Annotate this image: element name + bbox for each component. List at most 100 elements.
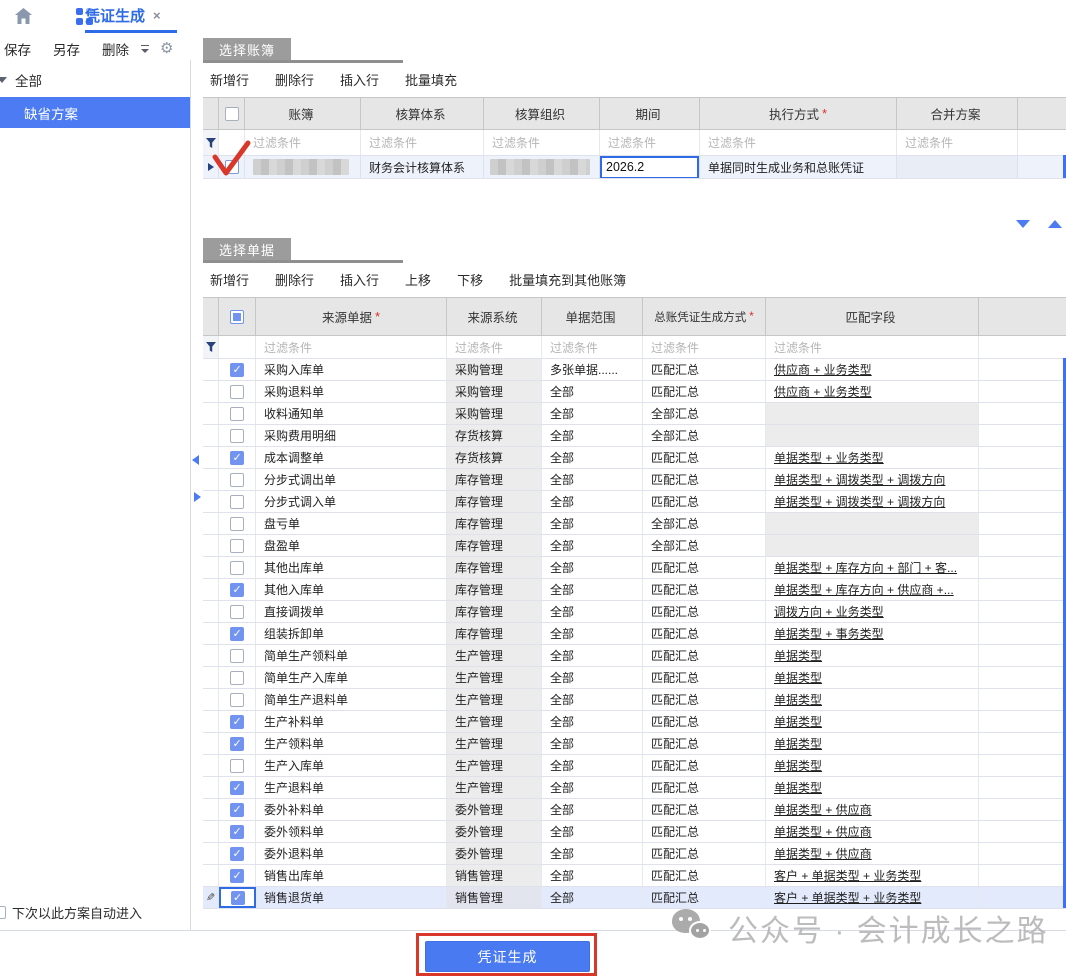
doc-cell-gl-mode[interactable]: 匹配汇总 (643, 557, 766, 578)
books-filter-merge-plan[interactable]: 过滤条件 (897, 130, 1018, 155)
docs-delete-row-button[interactable]: 删除行 (275, 270, 314, 289)
doc-cell-doc-scope[interactable]: 全部 (542, 425, 643, 446)
doc-cell-doc-scope[interactable]: 全部 (542, 491, 643, 512)
doc-cell-gl-mode[interactable]: 匹配汇总 (643, 381, 766, 402)
doc-cell-gl-mode[interactable]: 匹配汇总 (643, 359, 766, 380)
doc-cell-match-fields[interactable]: 客户 + 单据类型 + 业务类型 (766, 865, 979, 886)
doc-cell-match-fields[interactable]: 单据类型 (766, 711, 979, 732)
doc-cell-match-fields[interactable]: 单据类型 (766, 667, 979, 688)
sidebar-item-default-plan[interactable]: 缺省方案 (0, 97, 190, 128)
doc-cell-source-system[interactable]: 采购管理 (447, 403, 542, 424)
doc-cell-match-fields[interactable]: 单据类型 + 业务类型 (766, 447, 979, 468)
doc-cell-source-doc[interactable]: 生产入库单 (256, 755, 447, 776)
doc-cell-source-doc[interactable]: 采购入库单 (256, 359, 447, 380)
doc-cell-doc-scope[interactable]: 全部 (542, 623, 643, 644)
doc-cell-match-fields[interactable]: 单据类型 (766, 645, 979, 666)
doc-cell-source-system[interactable]: 委外管理 (447, 799, 542, 820)
doc-cell-doc-scope[interactable]: 多张单据...... (542, 359, 643, 380)
tree-node-all[interactable]: 全部 (0, 68, 190, 92)
doc-cell-source-system[interactable]: 库存管理 (447, 557, 542, 578)
doc-cell-gl-mode[interactable]: 匹配汇总 (643, 689, 766, 710)
docs-col-source-system[interactable]: 来源系统 (447, 298, 542, 335)
generate-voucher-button[interactable]: 凭证生成 (425, 941, 590, 972)
doc-cell-source-doc[interactable]: 销售退货单 (256, 887, 447, 908)
filter-funnel-icon[interactable] (206, 342, 216, 352)
doc-cell-source-system[interactable]: 库存管理 (447, 535, 542, 556)
doc-cell-gl-mode[interactable]: 匹配汇总 (643, 623, 766, 644)
doc-cell-source-doc[interactable]: 简单生产入库单 (256, 667, 447, 688)
doc-cell-gl-mode[interactable]: 匹配汇总 (643, 579, 766, 600)
doc-cell-match-fields[interactable] (766, 425, 979, 446)
doc-cell-match-fields[interactable]: 单据类型 + 事务类型 (766, 623, 979, 644)
doc-row-checkbox[interactable] (230, 583, 244, 597)
doc-cell-doc-scope[interactable]: 全部 (542, 799, 643, 820)
books-cell-ledger[interactable] (245, 156, 361, 178)
doc-cell-gl-mode[interactable]: 匹配汇总 (643, 777, 766, 798)
doc-cell-source-system[interactable]: 采购管理 (447, 381, 542, 402)
books-cell-merge-plan[interactable] (897, 156, 1018, 178)
doc-cell-doc-scope[interactable]: 全部 (542, 711, 643, 732)
filter-funnel-icon[interactable] (206, 138, 216, 148)
doc-cell-doc-scope[interactable]: 全部 (542, 667, 643, 688)
collapse-section-down-icon[interactable] (1016, 220, 1030, 228)
docs-col-match-fields[interactable]: 匹配字段 (766, 298, 979, 335)
doc-row-checkbox[interactable] (230, 759, 244, 773)
save-as-button[interactable]: 另存 (53, 39, 80, 59)
doc-cell-gl-mode[interactable]: 匹配汇总 (643, 799, 766, 820)
splitter-expand-right-icon[interactable] (194, 492, 201, 502)
doc-cell-source-doc[interactable]: 委外退料单 (256, 843, 447, 864)
doc-cell-source-system[interactable]: 库存管理 (447, 601, 542, 622)
docs-add-row-button[interactable]: 新增行 (210, 270, 249, 289)
doc-row-checkbox[interactable] (230, 517, 244, 531)
auto-enter-checkbox[interactable] (0, 906, 6, 919)
doc-row-checkbox[interactable] (230, 693, 244, 707)
books-cell-accounting-org[interactable] (484, 156, 600, 178)
home-icon[interactable] (14, 7, 33, 25)
docs-move-up-button[interactable]: 上移 (405, 270, 431, 289)
doc-cell-doc-scope[interactable]: 全部 (542, 579, 643, 600)
docs-filter-source-system[interactable]: 过滤条件 (447, 336, 542, 358)
doc-cell-gl-mode[interactable]: 全部汇总 (643, 425, 766, 446)
doc-cell-gl-mode[interactable]: 匹配汇总 (643, 821, 766, 842)
doc-cell-source-system[interactable]: 销售管理 (447, 865, 542, 886)
doc-cell-source-doc[interactable]: 分步式调出单 (256, 469, 447, 490)
doc-cell-match-fields[interactable] (766, 535, 979, 556)
doc-row-checkbox[interactable] (230, 385, 244, 399)
doc-cell-source-doc[interactable]: 盘亏单 (256, 513, 447, 534)
docs-filter-gl-mode[interactable]: 过滤条件 (643, 336, 766, 358)
doc-cell-match-fields[interactable]: 单据类型 (766, 755, 979, 776)
doc-cell-match-fields[interactable]: 供应商 + 业务类型 (766, 359, 979, 380)
doc-cell-doc-scope[interactable]: 全部 (542, 535, 643, 556)
doc-cell-source-system[interactable]: 库存管理 (447, 491, 542, 512)
doc-cell-source-system[interactable]: 存货核算 (447, 425, 542, 446)
doc-cell-source-doc[interactable]: 简单生产退料单 (256, 689, 447, 710)
docs-insert-row-button[interactable]: 插入行 (340, 270, 379, 289)
doc-cell-source-doc[interactable]: 成本调整单 (256, 447, 447, 468)
doc-row-checkbox[interactable] (230, 869, 244, 883)
doc-cell-source-doc[interactable]: 盘盈单 (256, 535, 447, 556)
doc-cell-match-fields[interactable]: 单据类型 (766, 733, 979, 754)
doc-row-checkbox[interactable] (230, 737, 244, 751)
books-filter-period[interactable]: 过滤条件 (600, 130, 700, 155)
doc-cell-doc-scope[interactable]: 全部 (542, 403, 643, 424)
doc-cell-source-doc[interactable]: 简单生产领料单 (256, 645, 447, 666)
doc-cell-doc-scope[interactable]: 全部 (542, 865, 643, 886)
doc-row-checkbox[interactable] (230, 473, 244, 487)
doc-cell-match-fields[interactable]: 单据类型 + 调拨类型 + 调拨方向 (766, 469, 979, 490)
doc-cell-source-doc[interactable]: 委外补料单 (256, 799, 447, 820)
books-filter-accounting-org[interactable]: 过滤条件 (484, 130, 600, 155)
doc-cell-source-system[interactable]: 生产管理 (447, 645, 542, 666)
doc-cell-doc-scope[interactable]: 全部 (542, 887, 643, 908)
doc-cell-doc-scope[interactable]: 全部 (542, 381, 643, 402)
docs-col-gl-mode[interactable]: 总账凭证生成方式* (643, 298, 766, 335)
books-row-checkbox[interactable] (225, 160, 239, 174)
doc-cell-gl-mode[interactable]: 匹配汇总 (643, 645, 766, 666)
tab-voucher-generation[interactable]: 凭证生成 × (85, 0, 161, 30)
delete-button[interactable]: 删除 (102, 39, 129, 59)
doc-cell-doc-scope[interactable]: 全部 (542, 601, 643, 622)
doc-cell-match-fields[interactable]: 调拨方向 + 业务类型 (766, 601, 979, 622)
doc-cell-source-system[interactable]: 生产管理 (447, 667, 542, 688)
doc-cell-doc-scope[interactable]: 全部 (542, 557, 643, 578)
doc-cell-match-fields[interactable]: 客户 + 单据类型 + 业务类型 (766, 887, 979, 908)
doc-cell-source-doc[interactable]: 其他入库单 (256, 579, 447, 600)
